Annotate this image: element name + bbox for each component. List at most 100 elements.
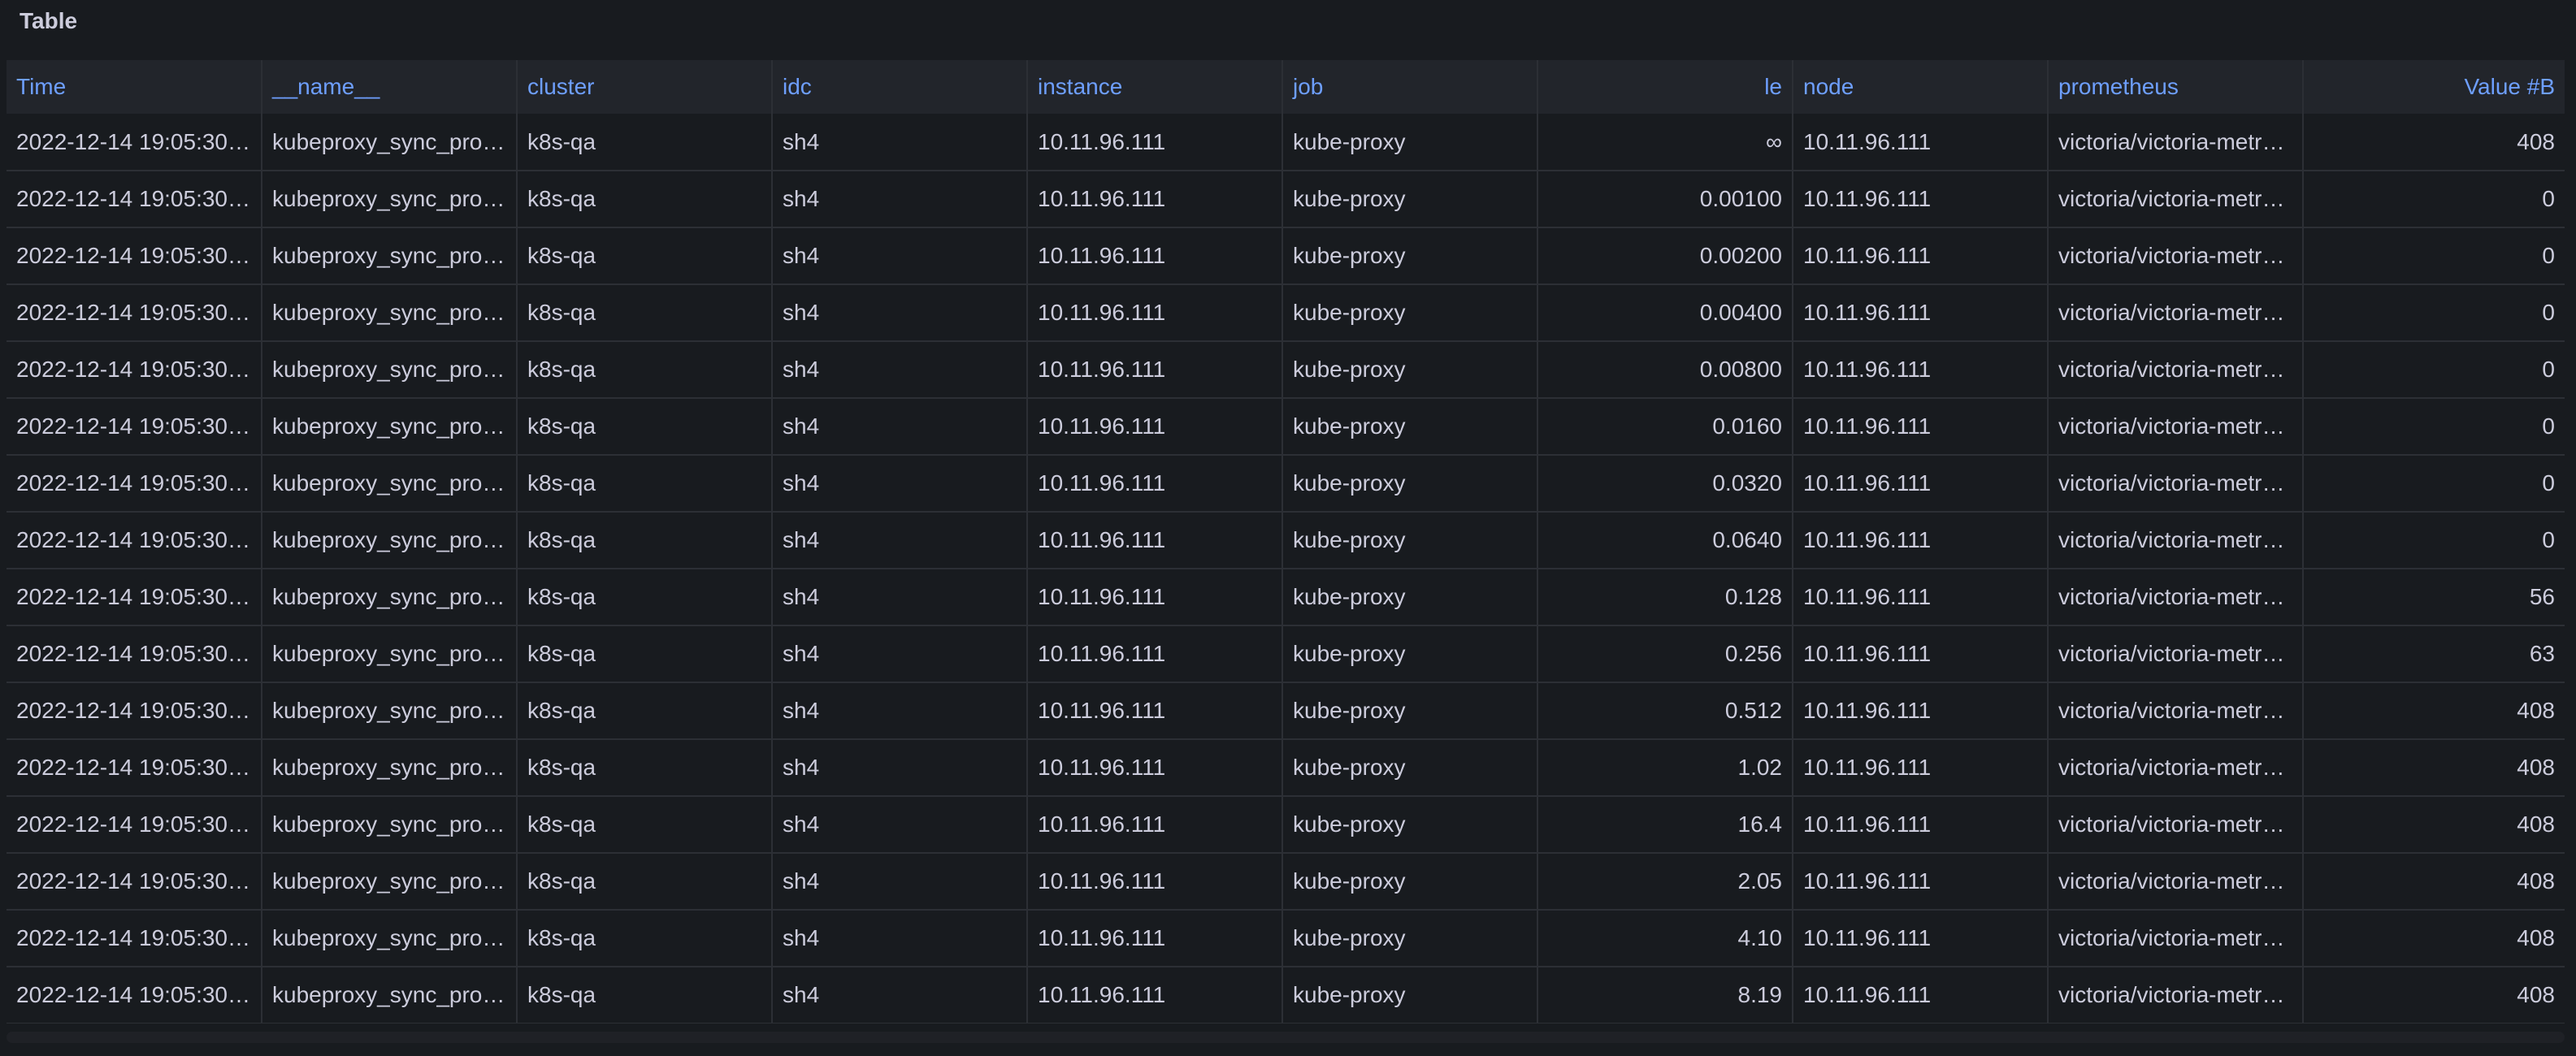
table-cell: 10.11.96.111 [1793, 967, 2049, 1024]
data-table: Time __name__ cluster idc instance job le node p… [7, 60, 2565, 1024]
table-header: Time __name__ cluster idc instance job le node p… [7, 60, 2565, 114]
table-cell: sh4 [772, 682, 1028, 739]
column-header-name[interactable]: __name__ [262, 60, 518, 114]
table-cell: 10.11.96.111 [1793, 455, 2049, 512]
table-cell: victoria/victoria-metr… [2048, 114, 2304, 171]
table-cell: 0 [2542, 413, 2555, 439]
table-cell: 408 [2517, 982, 2555, 1007]
table-cell: 16.4 [1537, 796, 1793, 853]
table-cell: sh4 [772, 284, 1028, 341]
table-cell: kube-proxy [1282, 114, 1538, 171]
column-header-cluster[interactable]: cluster [517, 60, 773, 114]
table-row: 2022-12-14 19:05:30.… kubeproxy_sync_pro…… [7, 227, 2565, 284]
table-cell: 10.11.96.111 [1027, 682, 1283, 739]
table-cell: k8s-qa [517, 284, 773, 341]
table-cell: 10.11.96.111 [1027, 114, 1283, 171]
table-cell: 10.11.96.111 [1027, 796, 1283, 853]
table-cell: kube-proxy [1282, 512, 1538, 569]
table-cell: kube-proxy [1282, 284, 1538, 341]
table-row: 2022-12-14 19:05:30.… kubeproxy_sync_pro…… [7, 569, 2565, 625]
column-header-node[interactable]: node [1793, 60, 2049, 114]
column-header-instance[interactable]: instance [1027, 60, 1283, 114]
table-cell: kubeproxy_sync_pro… [262, 341, 518, 398]
header-row: Time __name__ cluster idc instance job le node p… [7, 60, 2565, 114]
table-cell: victoria/victoria-metr… [2048, 853, 2304, 910]
table-row: 2022-12-14 19:05:30.… kubeproxy_sync_pro…… [7, 455, 2565, 512]
table-cell: 10.11.96.111 [1793, 739, 2049, 796]
table-cell: 63 [2529, 641, 2555, 666]
table-cell: 10.11.96.111 [1027, 171, 1283, 227]
column-header-value-b[interactable]: Value #B [2303, 60, 2565, 114]
table-row: 2022-12-14 19:05:30.… kubeproxy_sync_pro…… [7, 967, 2565, 1024]
table-cell: sh4 [772, 853, 1028, 910]
table-cell: kube-proxy [1282, 625, 1538, 682]
table-row: 2022-12-14 19:05:30.… kubeproxy_sync_pro…… [7, 910, 2565, 967]
table-cell: k8s-qa [517, 967, 773, 1024]
column-header-prometheus[interactable]: prometheus [2048, 60, 2304, 114]
table-cell: 10.11.96.111 [1793, 625, 2049, 682]
table-body: 2022-12-14 19:05:30.… kubeproxy_sync_pro…… [7, 114, 2565, 1024]
column-header-idc[interactable]: idc [772, 60, 1028, 114]
table-cell: k8s-qa [517, 625, 773, 682]
table-cell: 0 [2542, 300, 2555, 325]
table-row: 2022-12-14 19:05:30.… kubeproxy_sync_pro…… [7, 853, 2565, 910]
table-cell: victoria/victoria-metr… [2048, 967, 2304, 1024]
table-cell: 0 [2542, 470, 2555, 496]
data-table-container: Time __name__ cluster idc instance job le node p… [7, 60, 2565, 1024]
table-cell: 2022-12-14 19:05:30.… [7, 455, 262, 512]
table-cell: 2022-12-14 19:05:30.… [7, 341, 262, 398]
column-header-le[interactable]: le [1537, 60, 1793, 114]
table-cell: 408 [2517, 755, 2555, 780]
table-cell: 2022-12-14 19:05:30.… [7, 682, 262, 739]
table-cell: 2022-12-14 19:05:30.… [7, 796, 262, 853]
table-cell: kubeproxy_sync_pro… [262, 398, 518, 455]
table-cell: victoria/victoria-metr… [2048, 625, 2304, 682]
table-cell: 1.02 [1537, 739, 1793, 796]
column-header-job[interactable]: job [1282, 60, 1538, 114]
table-cell: 10.11.96.111 [1027, 910, 1283, 967]
table-cell: sh4 [772, 455, 1028, 512]
table-cell: victoria/victoria-metr… [2048, 682, 2304, 739]
table-cell: 0.00400 [1537, 284, 1793, 341]
table-cell: kubeproxy_sync_pro… [262, 227, 518, 284]
horizontal-scrollbar[interactable] [7, 1032, 2565, 1043]
table-cell: kubeproxy_sync_pro… [262, 853, 518, 910]
table-cell: 408 [2517, 868, 2555, 894]
table-cell: victoria/victoria-metr… [2048, 171, 2304, 227]
table-cell: kube-proxy [1282, 398, 1538, 455]
table-cell: kubeproxy_sync_pro… [262, 739, 518, 796]
table-cell: sh4 [772, 114, 1028, 171]
table-cell: sh4 [772, 796, 1028, 853]
table-cell: 10.11.96.111 [1027, 739, 1283, 796]
table-cell: 2022-12-14 19:05:30.… [7, 227, 262, 284]
table-cell: victoria/victoria-metr… [2048, 227, 2304, 284]
table-cell: sh4 [772, 910, 1028, 967]
table-cell: 2022-12-14 19:05:30.… [7, 967, 262, 1024]
table-cell: victoria/victoria-metr… [2048, 455, 2304, 512]
table-cell: sh4 [772, 341, 1028, 398]
table-cell: 408 [2517, 811, 2555, 837]
table-row: 2022-12-14 19:05:30.… kubeproxy_sync_pro…… [7, 284, 2565, 341]
table-cell: 10.11.96.111 [1793, 114, 2049, 171]
table-cell: k8s-qa [517, 114, 773, 171]
table-cell: kube-proxy [1282, 682, 1538, 739]
table-cell: 8.19 [1537, 967, 1793, 1024]
table-cell: 2022-12-14 19:05:30.… [7, 625, 262, 682]
table-cell: kube-proxy [1282, 171, 1538, 227]
table-cell: 0.00200 [1537, 227, 1793, 284]
table-cell: 2022-12-14 19:05:30.… [7, 512, 262, 569]
table-cell: 0.00100 [1537, 171, 1793, 227]
panel-title[interactable]: Table [20, 8, 77, 34]
column-header-time[interactable]: Time [7, 60, 262, 114]
table-cell: 0 [2542, 357, 2555, 382]
table-cell: 10.11.96.111 [1027, 569, 1283, 625]
table-cell: 0 [2542, 243, 2555, 268]
table-cell: 10.11.96.111 [1027, 967, 1283, 1024]
table-cell: k8s-qa [517, 682, 773, 739]
table-cell: 0.0320 [1537, 455, 1793, 512]
table-cell: 2022-12-14 19:05:30.… [7, 114, 262, 171]
table-cell: k8s-qa [517, 569, 773, 625]
table-cell: kube-proxy [1282, 569, 1538, 625]
table-cell: kubeproxy_sync_pro… [262, 455, 518, 512]
table-cell: sh4 [772, 967, 1028, 1024]
